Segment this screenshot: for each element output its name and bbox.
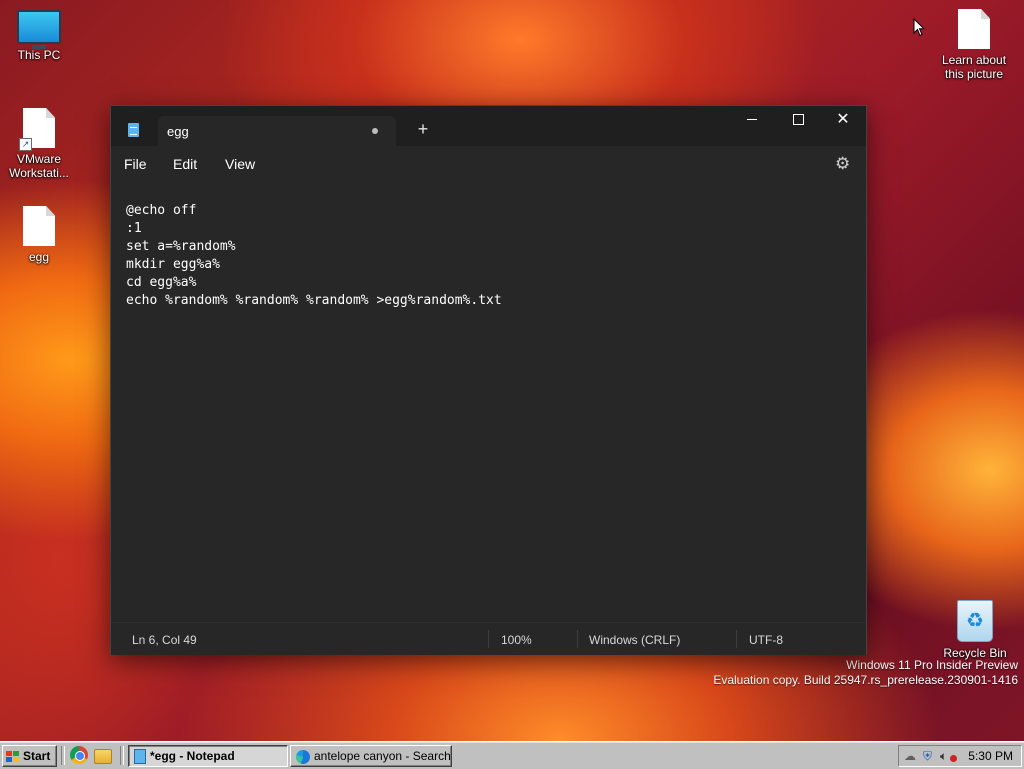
taskbar-separator [120, 746, 124, 765]
notepad-app-icon [128, 123, 139, 137]
notepad-task-icon [134, 749, 146, 765]
start-label: Start [23, 749, 51, 763]
desktop-icon-learn-about-picture[interactable]: Learn about this picture [940, 9, 1008, 81]
task-edge-search[interactable]: antelope canyon - Search... [290, 745, 452, 767]
desktop-icon-label: This PC [17, 48, 61, 62]
file-explorer-icon[interactable] [94, 749, 112, 764]
taskbar-separator [61, 746, 65, 765]
build-watermark-line1: Windows 11 Pro Insider Preview [846, 658, 1018, 672]
start-button[interactable]: Start [2, 745, 57, 767]
edge-icon [296, 749, 310, 764]
volume-muted-icon[interactable]: 🔈︎ [940, 749, 947, 763]
encoding[interactable]: UTF-8 [749, 633, 783, 647]
new-tab-button[interactable]: + [411, 119, 435, 139]
status-bar: Ln 6, Col 49 100% Windows (CRLF) UTF-8 [111, 622, 866, 655]
mouse-cursor-icon [913, 18, 925, 37]
recycle-bin-icon: ♻ [957, 600, 993, 642]
task-notepad[interactable]: *egg - Notepad [128, 745, 288, 767]
maximize-button[interactable] [775, 106, 821, 136]
zoom-level[interactable]: 100% [501, 633, 532, 647]
network-icon[interactable]: ☁ [904, 749, 916, 763]
monitor-icon [17, 10, 61, 49]
status-divider [736, 630, 737, 648]
tab-egg[interactable]: egg [158, 116, 396, 146]
windows-logo-icon [6, 750, 20, 763]
text-editor[interactable]: @echo off :1 set a=%random% mkdir egg%a%… [111, 182, 866, 622]
close-button[interactable]: ✕ [820, 106, 866, 136]
task-label: *egg - Notepad [150, 749, 235, 763]
editor-line: set a=%random% [126, 239, 236, 254]
desktop-icon-label: egg [28, 250, 50, 264]
clock[interactable]: 5:30 PM [968, 749, 1013, 763]
desktop-icon-label: VMware Workstati... [9, 152, 69, 180]
desktop-icon-recycle-bin[interactable]: ♻ Recycle Bin [941, 600, 1009, 660]
error-badge-icon [950, 755, 957, 762]
desktop-icon-vmware[interactable]: ↗ VMware Workstati... [5, 108, 73, 180]
file-icon [958, 9, 990, 49]
system-tray: ☁ ⛨ 🔈︎ 5:30 PM [898, 745, 1022, 767]
minimize-icon [747, 119, 757, 121]
status-divider [577, 630, 578, 648]
menu-view[interactable]: View [225, 156, 255, 172]
shortcut-arrow-icon: ↗ [19, 138, 32, 151]
editor-line: echo %random% %random% %random% >egg%ran… [126, 293, 502, 308]
title-bar[interactable]: egg + ✕ [111, 106, 866, 146]
line-ending[interactable]: Windows (CRLF) [589, 633, 680, 647]
unsaved-dot-icon[interactable] [372, 128, 378, 134]
chrome-icon[interactable] [70, 746, 88, 764]
minimize-button[interactable] [729, 106, 775, 136]
menu-bar: File Edit View ⚙ [111, 146, 866, 182]
desktop-icon-egg[interactable]: egg [5, 206, 73, 264]
security-shield-icon[interactable]: ⛨ [923, 749, 932, 763]
tab-title: egg [167, 124, 189, 139]
maximize-icon [792, 114, 804, 126]
editor-line: :1 [126, 221, 142, 236]
task-label: antelope canyon - Search... [314, 749, 452, 763]
batch-file-icon [23, 206, 55, 246]
cursor-position: Ln 6, Col 49 [132, 633, 197, 647]
build-watermark-line2: Evaluation copy. Build 25947.rs_prerelea… [713, 673, 1018, 687]
gear-icon[interactable]: ⚙ [835, 154, 850, 174]
status-divider [488, 630, 489, 648]
editor-line: cd egg%a% [126, 275, 197, 290]
menu-file[interactable]: File [124, 156, 147, 172]
menu-edit[interactable]: Edit [173, 156, 197, 172]
editor-line: mkdir egg%a% [126, 257, 220, 272]
desktop-icon-label: Learn about this picture [941, 53, 1007, 81]
desktop-icon-this-pc[interactable]: This PC [5, 10, 73, 62]
close-icon: ✕ [836, 111, 850, 128]
taskbar: Start *egg - Notepad antelope canyon - S… [0, 741, 1024, 769]
notepad-window[interactable]: egg + ✕ File Edit View ⚙ @echo off :1 se… [110, 105, 867, 655]
editor-line: @echo off [126, 203, 197, 218]
